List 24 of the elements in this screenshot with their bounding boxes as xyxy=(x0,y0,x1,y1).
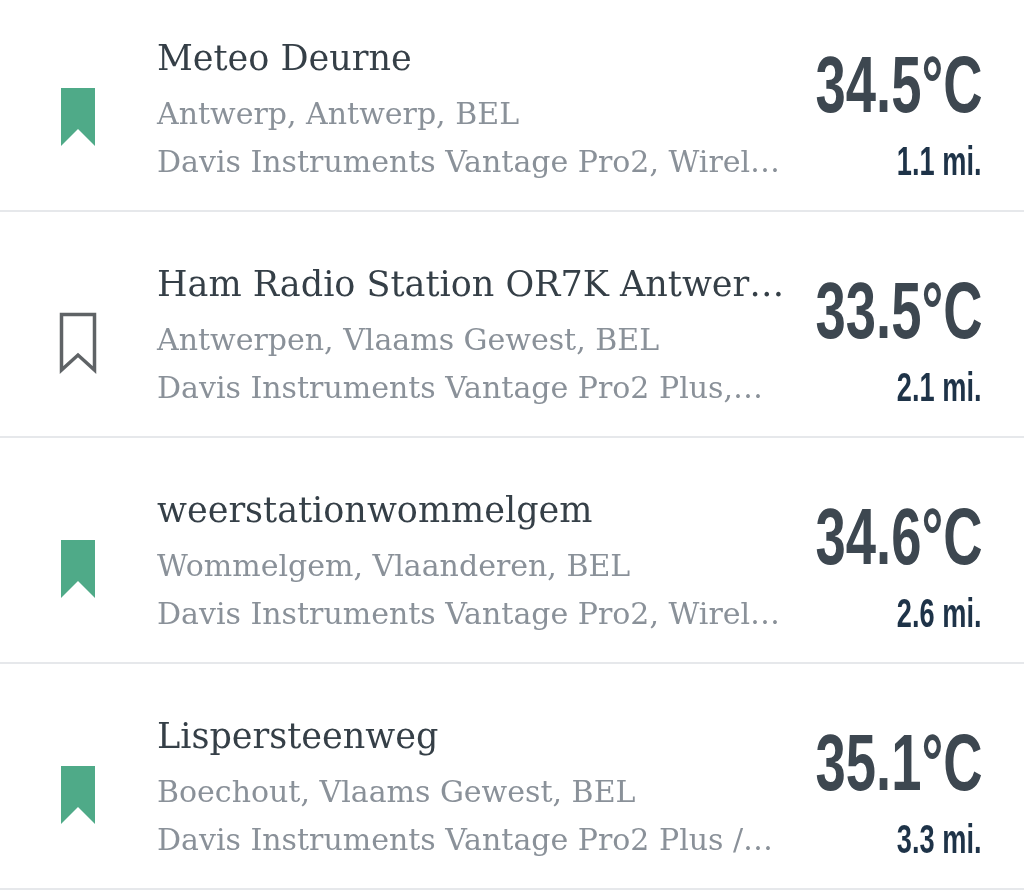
station-name: Ham Radio Station OR7K Antwer… xyxy=(157,263,785,306)
temperature-reading: 33.5°C xyxy=(815,273,982,349)
distance-label: 3.3 mi. xyxy=(897,819,982,859)
distance-label: 1.1 mi. xyxy=(897,141,982,181)
distance-label: 2.6 mi. xyxy=(897,593,982,633)
station-hardware: Davis Instruments Vantage Pro2 Plus,… xyxy=(157,369,763,407)
bookmark-icon[interactable] xyxy=(59,86,97,148)
station-hardware: Davis Instruments Vantage Pro2, Wirel… xyxy=(157,143,781,181)
station-location: Boechout, Vlaams Gewest, BEL xyxy=(157,773,636,811)
station-name: Meteo Deurne xyxy=(157,37,412,80)
bookmark-icon[interactable] xyxy=(59,312,97,374)
station-name: weerstationwommelgem xyxy=(157,489,593,532)
bookmark-icon[interactable] xyxy=(59,764,97,826)
station-hardware: Davis Instruments Vantage Pro2, Wirel… xyxy=(157,595,781,633)
station-location: Wommelgem, Vlaanderen, BEL xyxy=(157,547,631,585)
station-name: Lispersteenweg xyxy=(157,715,439,758)
bookmark-icon[interactable] xyxy=(59,538,97,600)
station-hardware: Davis Instruments Vantage Pro2 Plus /… xyxy=(157,821,774,859)
station-location: Antwerp, Antwerp, BEL xyxy=(157,95,520,133)
temperature-reading: 34.5°C xyxy=(815,47,982,123)
distance-label: 2.1 mi. xyxy=(897,367,982,407)
temperature-reading: 34.6°C xyxy=(815,499,982,575)
station-location: Antwerpen, Vlaams Gewest, BEL xyxy=(157,321,660,359)
temperature-reading: 35.1°C xyxy=(815,725,982,801)
